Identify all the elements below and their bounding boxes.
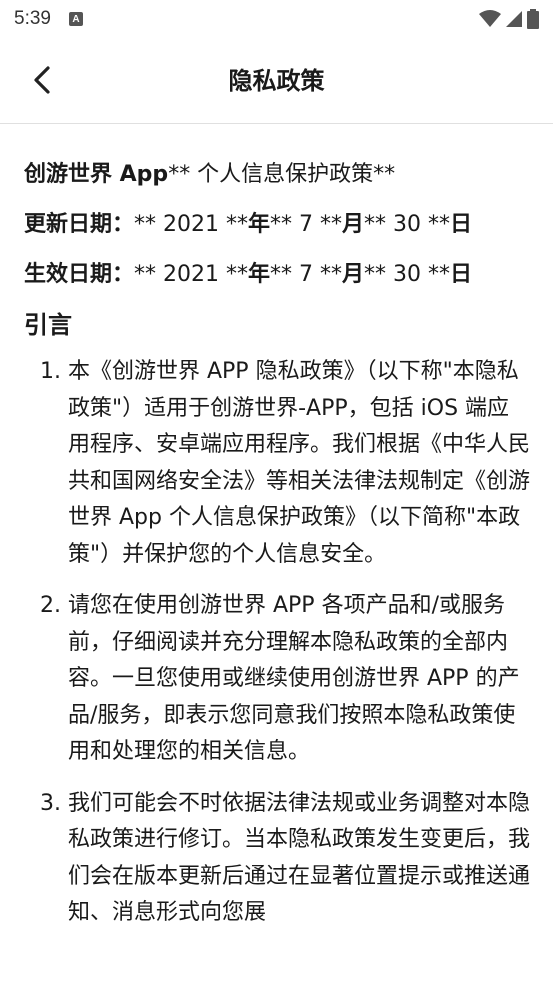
list-item: 1. 本《创游世界 APP 隐私政策》（以下称"本隐私政策"）适用于创游世界-A… — [24, 354, 531, 573]
effective-date-line: 生效日期：** 2021 **年** 7 **月** 30 **日 — [24, 250, 531, 300]
status-indicators — [479, 9, 539, 29]
update-date-year: 年 — [248, 212, 271, 237]
chevron-left-icon — [34, 66, 50, 94]
app-name: 创游世界 App — [24, 162, 169, 187]
update-date-day: 日 — [450, 212, 473, 237]
status-bar: 5:39 A — [0, 0, 553, 38]
policy-name-rest: ** 个人信息保护政策** — [168, 162, 396, 187]
effective-date-year: 年 — [248, 262, 271, 287]
policy-content[interactable]: 创游世界 App** 个人信息保护政策** 更新日期：** 2021 **年**… — [0, 124, 553, 984]
list-item-text: 我们可能会不时依据法律法规或业务调整对本隐私政策进行修订。当本隐私政策发生变更后… — [68, 790, 531, 926]
effective-date-day: 日 — [450, 262, 473, 287]
update-date-line: 更新日期：** 2021 **年** 7 **月** 30 **日 — [24, 200, 531, 250]
update-date-post: ** 30 ** — [364, 212, 450, 237]
app-notification-icon: A — [68, 12, 83, 26]
list-item-text: 本《创游世界 APP 隐私政策》（以下称"本隐私政策"）适用于创游世界-APP，… — [68, 359, 531, 567]
policy-list: 1. 本《创游世界 APP 隐私政策》（以下称"本隐私政策"）适用于创游世界-A… — [24, 354, 531, 932]
update-date-label: 更新日期： — [24, 212, 135, 237]
list-item-number: 2. — [40, 593, 61, 618]
list-item: 3. 我们可能会不时依据法律法规或业务调整对本隐私政策进行修订。当本隐私政策发生… — [24, 786, 531, 932]
update-date-pre: ** 2021 ** — [134, 212, 248, 237]
effective-date-mid: ** 7 ** — [270, 262, 342, 287]
wifi-icon — [479, 10, 501, 27]
back-button[interactable] — [22, 60, 62, 100]
app-bar: 隐私政策 — [0, 38, 553, 124]
list-item: 2. 请您在使用创游世界 APP 各项产品和/或服务前，仔细阅读并充分理解本隐私… — [24, 588, 531, 771]
page-title: 隐私政策 — [228, 67, 325, 95]
update-date-month: 月 — [342, 212, 365, 237]
list-item-number: 1. — [40, 359, 61, 384]
effective-date-month: 月 — [342, 262, 365, 287]
update-date-mid: ** 7 ** — [270, 212, 342, 237]
policy-name-line: 创游世界 App** 个人信息保护政策** — [24, 150, 531, 200]
section-heading-introduction: 引言 — [24, 311, 72, 339]
list-item-text: 请您在使用创游世界 APP 各项产品和/或服务前，仔细阅读并充分理解本隐私政策的… — [68, 593, 520, 764]
effective-date-pre: ** 2021 ** — [134, 262, 248, 287]
list-item-number: 3. — [40, 790, 61, 816]
battery-icon — [527, 9, 539, 29]
cell-signal-icon — [506, 11, 522, 27]
status-time: 5:39 — [14, 8, 51, 29]
effective-date-label: 生效日期： — [24, 262, 135, 287]
effective-date-post: ** 30 ** — [364, 262, 450, 287]
